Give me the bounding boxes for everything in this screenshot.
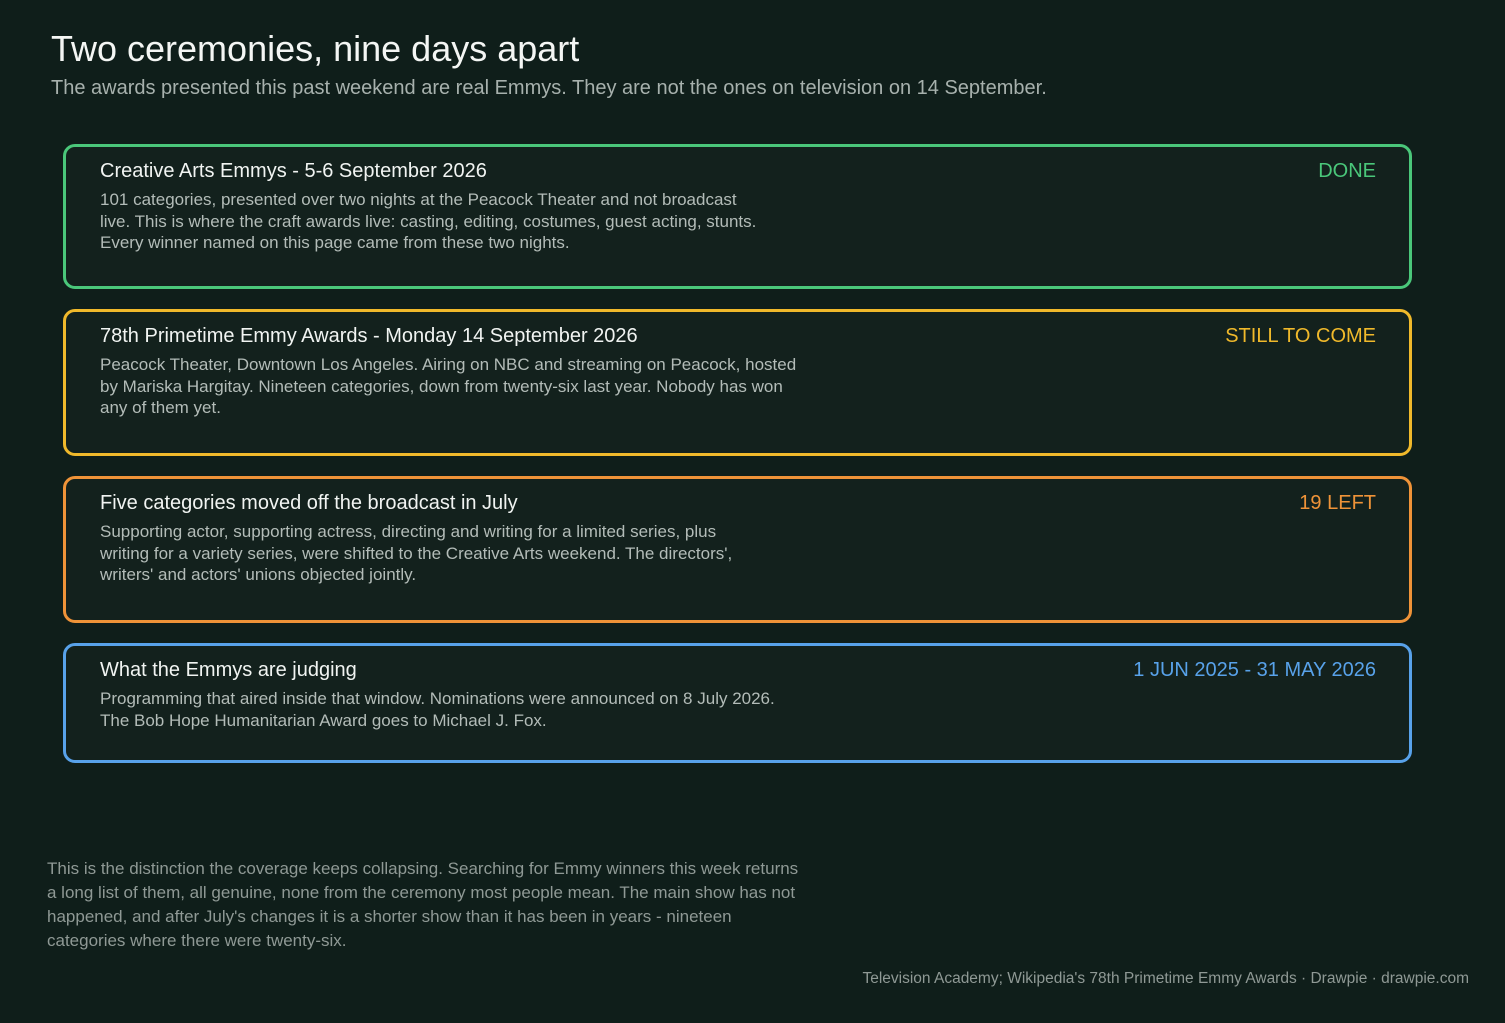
card-body: Programming that aired inside that windo… [100, 689, 775, 730]
card-body: 101 categories, presented over two night… [100, 190, 757, 252]
card-judging-window: What the Emmys are judging 1 JUN 2025 - … [63, 643, 1412, 763]
status-badge: DONE [1318, 160, 1376, 182]
card-title: Creative Arts Emmys - 5-6 September 2026 [100, 160, 487, 182]
card-primetime: 78th Primetime Emmy Awards - Monday 14 S… [63, 309, 1412, 456]
card-title: Five categories moved off the broadcast … [100, 492, 518, 514]
card-body: Supporting actor, supporting actress, di… [100, 522, 733, 584]
timeline-cards: Creative Arts Emmys - 5-6 September 2026… [63, 144, 1412, 783]
card-title: 78th Primetime Emmy Awards - Monday 14 S… [100, 325, 638, 347]
card-creative-arts: Creative Arts Emmys - 5-6 September 2026… [63, 144, 1412, 289]
footer-note: This is the distinction the coverage kee… [47, 859, 799, 950]
page-subtitle: The awards presented this past weekend a… [51, 77, 1047, 99]
status-badge: 19 LEFT [1299, 492, 1376, 514]
card-moved-categories: Five categories moved off the broadcast … [63, 476, 1412, 623]
status-badge: STILL TO COME [1225, 325, 1376, 347]
source-credit: Television Academy; Wikipedia's 78th Pri… [862, 970, 1469, 987]
card-body: Peacock Theater, Downtown Los Angeles. A… [100, 355, 797, 417]
page-title: Two ceremonies, nine days apart [51, 28, 580, 69]
status-badge: 1 JUN 2025 - 31 MAY 2026 [1133, 659, 1376, 681]
